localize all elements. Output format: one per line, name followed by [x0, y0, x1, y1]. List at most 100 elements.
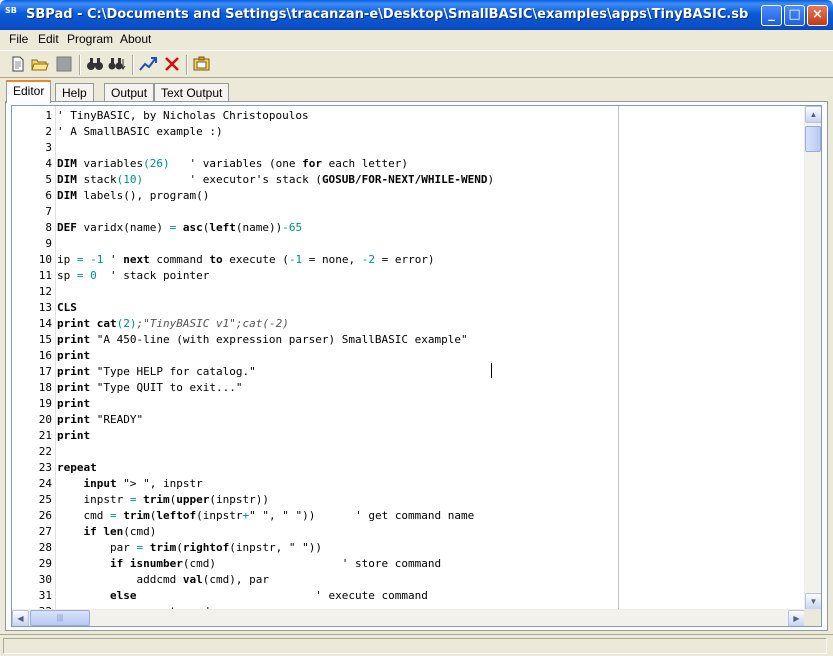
line-number: 30	[38, 573, 52, 586]
output-window-icon[interactable]	[193, 56, 211, 74]
code-line[interactable]: 29 if isnumber(cmd) ' store command	[12, 556, 805, 572]
open-folder-icon[interactable]	[31, 56, 49, 74]
line-number: 15	[38, 333, 52, 346]
code-line[interactable]: 31 else ' execute command	[12, 588, 805, 604]
line-text: repeat	[57, 460, 97, 476]
code-line[interactable]: 20 print "READY"	[12, 412, 805, 428]
minimize-button[interactable]: _	[761, 5, 782, 26]
code-line[interactable]: 18 print "Type QUIT to exit..."	[12, 380, 805, 396]
save-icon[interactable]	[55, 56, 73, 74]
line-text: print "READY"	[57, 412, 143, 428]
code-line[interactable]: 2 ' A SmallBASIC example :)	[12, 124, 805, 140]
code-token: ' get command name	[355, 509, 475, 522]
scroll-down-button[interactable]: ▼	[805, 593, 821, 610]
line-number: 6	[45, 189, 52, 202]
code-area[interactable]: 1 ' TinyBASIC, by Nicholas Christopoulos 2…	[12, 106, 805, 610]
horizontal-scroll-thumb[interactable]: |||	[30, 610, 90, 626]
code-line[interactable]: 8 DEF varidx(name) = asc(left(name))-65	[12, 220, 805, 236]
line-text: print	[57, 348, 90, 364]
code-line[interactable]: 21 print	[12, 428, 805, 444]
code-line[interactable]: 5 DIM stack(10) ' executor's stack (GOSUB…	[12, 172, 805, 188]
code-token: DEF	[57, 221, 77, 234]
stop-icon[interactable]	[163, 56, 181, 74]
close-button[interactable]: ×	[807, 5, 828, 26]
code-line[interactable]: 22	[12, 444, 805, 460]
code-line[interactable]: 14 print cat(2);"TinyBASIC v1";cat(-2)	[12, 316, 805, 332]
code-line[interactable]: 28 par = trim(rightof(inpstr, " "))	[12, 540, 805, 556]
code-line[interactable]: 26 cmd = trim(leftof(inpstr+" ", " ")) '…	[12, 508, 805, 524]
code-token: "> "	[116, 477, 150, 490]
tab-editor[interactable]: Editor	[6, 80, 52, 103]
line-text: DEF varidx(name) = asc(left(name))-65	[57, 220, 302, 236]
line-text: print "Type QUIT to exit..."	[57, 380, 242, 396]
find-next-icon[interactable]	[108, 56, 126, 74]
code-token: DIM	[57, 157, 77, 170]
code-line[interactable]: 1 ' TinyBASIC, by Nicholas Christopoulos	[12, 108, 805, 124]
title-bar[interactable]: SB SBPad - C:\Documents and Settings\tra…	[0, 0, 833, 30]
code-editor[interactable]: 1 ' TinyBASIC, by Nicholas Christopoulos 2…	[11, 105, 822, 627]
window-title: SBPad - C:\Documents and Settings\tracan…	[26, 7, 749, 22]
code-line[interactable]: 17 print "Type HELP for catalog."	[12, 364, 805, 380]
code-line[interactable]: 4 DIM variables(26) ' variables (one for …	[12, 156, 805, 172]
menu-file[interactable]: File	[9, 32, 28, 46]
code-token: rightof	[182, 541, 230, 554]
code-line[interactable]: 12	[12, 284, 805, 300]
code-line[interactable]: 6 DIM labels(), program()	[12, 188, 805, 204]
new-file-icon[interactable]	[9, 56, 27, 74]
code-line[interactable]: 9	[12, 236, 805, 252]
line-number: 19	[38, 397, 52, 410]
code-line[interactable]: 15 print "A 450-line (with expression par…	[12, 332, 805, 348]
line-text: print "Type HELP for catalog."	[57, 364, 256, 380]
code-token: if	[83, 525, 97, 538]
code-line[interactable]: 23 repeat	[12, 460, 805, 476]
code-token: next	[123, 253, 150, 266]
code-token: to	[209, 253, 223, 266]
line-number: 16	[38, 349, 52, 362]
code-line[interactable]: 3	[12, 140, 805, 156]
scroll-up-button[interactable]: ▲	[805, 106, 821, 123]
tab-help[interactable]: Help	[55, 83, 94, 102]
scrollbar-corner	[804, 609, 821, 626]
run-icon[interactable]	[139, 56, 157, 74]
code-token: -2	[361, 253, 375, 266]
horizontal-scrollbar[interactable]: ◀ ||| ▶	[12, 609, 805, 626]
code-line[interactable]: 27 if len(cmd)	[12, 524, 805, 540]
menu-program[interactable]: Program	[67, 32, 113, 46]
line-text: print "A 450-line (with expression parse…	[57, 332, 468, 348]
code-token: , inpstr	[149, 477, 203, 490]
tab-text-output[interactable]: Text Output	[154, 83, 230, 102]
code-token: 0	[90, 269, 97, 282]
code-line[interactable]: 16 print	[12, 348, 805, 364]
menu-about[interactable]: About	[120, 32, 151, 46]
code-token: len	[103, 525, 124, 538]
code-line[interactable]: 19 print	[12, 396, 805, 412]
tab-output[interactable]: Output	[104, 83, 155, 102]
maximize-button[interactable]: □	[784, 5, 805, 26]
code-token: GOSUB/FOR-NEXT/WHILE-WEND	[321, 173, 488, 186]
vertical-scroll-thumb[interactable]	[805, 126, 821, 152]
code-token: addcmd	[57, 573, 183, 586]
vertical-scrollbar[interactable]: ▲ ▼	[804, 106, 821, 610]
code-line[interactable]: 7	[12, 204, 805, 220]
line-number: 12	[38, 285, 52, 298]
code-line[interactable]: 10 ip = -1 ' next command to execute (-1 …	[12, 252, 805, 268]
menu-edit[interactable]: Edit	[38, 32, 59, 46]
code-line[interactable]: 11 sp = 0 ' stack pointer	[12, 268, 805, 284]
code-token: par	[57, 541, 137, 554]
code-token: " "	[282, 509, 303, 522]
code-line[interactable]: 25 inpstr = trim(upper(inpstr))	[12, 492, 805, 508]
code-line[interactable]: 13 CLS	[12, 300, 805, 316]
code-line[interactable]: 30 addcmd val(cmd), par	[12, 572, 805, 588]
scroll-right-button[interactable]: ▶	[788, 610, 805, 626]
scroll-left-button[interactable]: ◀	[12, 610, 29, 626]
find-icon[interactable]	[86, 56, 104, 74]
code-line[interactable]: 24 input "> ", inpstr	[12, 476, 805, 492]
